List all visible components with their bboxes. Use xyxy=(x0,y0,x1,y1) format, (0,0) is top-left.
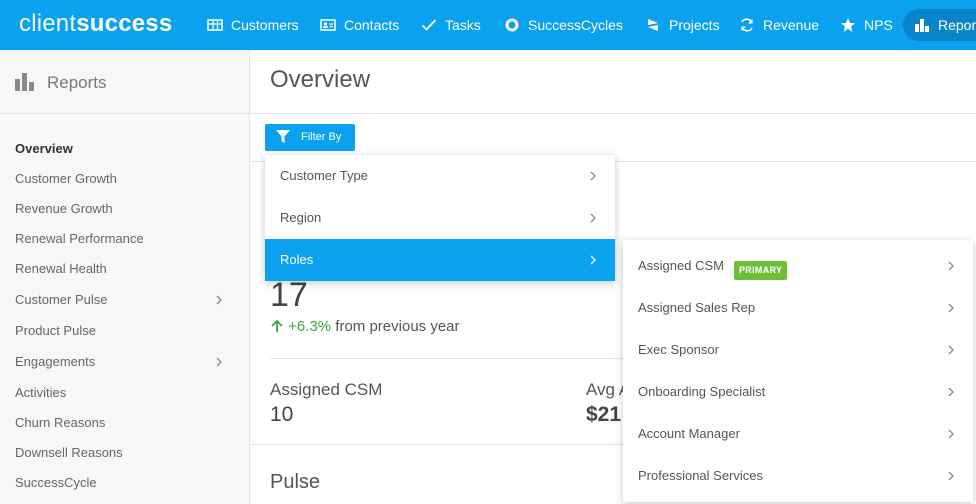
projects-icon xyxy=(648,19,658,31)
filter-option-region[interactable]: Region xyxy=(265,197,615,239)
nav-customers-label: Customers xyxy=(231,17,299,33)
nav-contacts-label: Contacts xyxy=(344,17,400,33)
role-option-label: Assigned Sales Rep xyxy=(638,300,756,315)
sidebar-item-product-pulse[interactable]: Product Pulse xyxy=(15,323,96,338)
nav-tasks-label: Tasks xyxy=(445,17,481,33)
role-option-assigned-csm[interactable]: Assigned CSM PRIMARY xyxy=(623,245,973,287)
refresh-icon xyxy=(741,18,753,32)
roles-submenu: Assigned CSM PRIMARY Assigned Sales Rep … xyxy=(623,240,973,502)
stat-avg-value: $21 xyxy=(586,403,622,426)
nav-projects-label: Projects xyxy=(669,17,720,33)
chevron-right-icon xyxy=(948,345,954,355)
sidebar-item-churn-reasons[interactable]: Churn Reasons xyxy=(15,415,105,430)
pulse-section-title: Pulse xyxy=(270,471,321,493)
role-option-assigned-sales-rep[interactable]: Assigned Sales Rep xyxy=(623,287,973,329)
sidebar-item-activities[interactable]: Activities xyxy=(15,385,66,400)
chevron-right-icon xyxy=(948,429,954,439)
header-divider xyxy=(250,113,976,114)
bar-chart-icon xyxy=(915,19,929,32)
sidebar-item-engagements[interactable]: Engagements xyxy=(15,354,95,369)
chevron-right-icon[interactable] xyxy=(214,295,224,305)
reports-bar-chart-icon xyxy=(15,73,34,91)
check-icon xyxy=(421,19,437,31)
brand-logo-bold: success xyxy=(76,10,173,37)
chevron-right-icon xyxy=(590,213,596,223)
sidebar-item-customer-pulse[interactable]: Customer Pulse xyxy=(15,292,107,307)
filter-by-label: Filter By xyxy=(301,131,342,143)
chevron-right-icon xyxy=(948,471,954,481)
sidebar-item-overview[interactable]: Overview xyxy=(15,141,73,156)
nav-contacts[interactable]: Contacts xyxy=(320,0,399,50)
filter-option-label: Roles xyxy=(280,252,314,267)
role-option-onboarding-specialist[interactable]: Onboarding Specialist xyxy=(623,371,973,413)
sidebar-header: Reports xyxy=(0,50,249,114)
stat-assigned-csm-label: Assigned CSM xyxy=(270,380,383,399)
role-option-label: Professional Services xyxy=(638,468,763,483)
role-option-label: Account Manager xyxy=(638,426,740,441)
metric-change: +6.3% from previous year xyxy=(270,318,460,335)
filter-option-customer-type[interactable]: Customer Type xyxy=(265,155,615,197)
chevron-right-icon[interactable] xyxy=(214,357,224,367)
chevron-right-icon xyxy=(590,255,596,265)
sidebar-item-renewal-health[interactable]: Renewal Health xyxy=(15,261,107,276)
metric-change-percent: +6.3% xyxy=(288,318,332,335)
filter-option-label: Customer Type xyxy=(280,168,368,183)
chevron-right-icon xyxy=(948,261,954,271)
sidebar: Reports xyxy=(0,50,250,504)
role-option-label: Exec Sponsor xyxy=(638,342,719,357)
stat-assigned-csm-value: 10 xyxy=(270,403,294,426)
nav-nps-label: NPS xyxy=(864,17,893,33)
nav-revenue[interactable]: Revenue xyxy=(739,0,819,50)
sidebar-item-revenue-growth[interactable]: Revenue Growth xyxy=(15,201,113,216)
sidebar-item-renewal-performance[interactable]: Renewal Performance xyxy=(15,231,144,246)
arrow-up-icon xyxy=(271,319,283,332)
sidebar-item-downsell-reasons[interactable]: Downsell Reasons xyxy=(15,445,123,460)
nav-successcycles-label: SuccessCycles xyxy=(528,17,623,33)
nav-reports[interactable]: Reports xyxy=(914,0,976,50)
role-option-label: Onboarding Specialist xyxy=(638,384,766,399)
star-icon xyxy=(841,18,855,32)
brand-logo-light: client xyxy=(19,10,77,37)
role-option-label: Assigned CSM xyxy=(638,258,724,273)
metric-value: 17 xyxy=(270,276,308,314)
nav-revenue-label: Revenue xyxy=(763,17,820,33)
role-option-professional-services[interactable]: Professional Services xyxy=(623,455,973,497)
role-option-exec-sponsor[interactable]: Exec Sponsor xyxy=(623,329,973,371)
role-option-account-manager[interactable]: Account Manager xyxy=(623,413,973,455)
nav-customers[interactable]: Customers xyxy=(207,0,299,50)
nav-projects[interactable]: Projects xyxy=(645,0,720,50)
chevron-right-icon xyxy=(590,171,596,181)
filter-dropdown-menu: Customer Type Region Roles xyxy=(265,155,615,281)
sidebar-item-successcycle[interactable]: SuccessCycle xyxy=(15,475,97,490)
sidebar-title: Reports xyxy=(47,73,107,92)
pulse-divider xyxy=(250,444,630,445)
stats-divider xyxy=(270,358,630,359)
nav-tasks[interactable]: Tasks xyxy=(421,0,481,50)
chevron-right-icon xyxy=(948,387,954,397)
filter-icon xyxy=(276,130,290,143)
page-title: Overview xyxy=(270,66,371,93)
sidebar-item-customer-growth[interactable]: Customer Growth xyxy=(15,171,117,186)
primary-badge: PRIMARY xyxy=(734,261,788,280)
top-navbar: clientsuccess Customers Contacts Tasks S… xyxy=(0,0,976,50)
filter-option-label: Region xyxy=(280,210,322,225)
brand-logo[interactable]: clientsuccess xyxy=(19,10,172,38)
contact-card-icon xyxy=(320,19,336,31)
nav-successcycles[interactable]: SuccessCycles xyxy=(504,0,623,50)
metric-change-text: from previous year xyxy=(335,318,460,335)
filter-by-button[interactable]: Filter By xyxy=(265,124,355,151)
table-icon xyxy=(207,19,223,31)
filter-option-roles[interactable]: Roles xyxy=(265,239,615,281)
chevron-right-icon xyxy=(948,303,954,313)
nav-nps[interactable]: NPS xyxy=(840,0,893,50)
cycle-icon xyxy=(505,18,519,32)
nav-reports-label: Reports xyxy=(938,17,976,33)
